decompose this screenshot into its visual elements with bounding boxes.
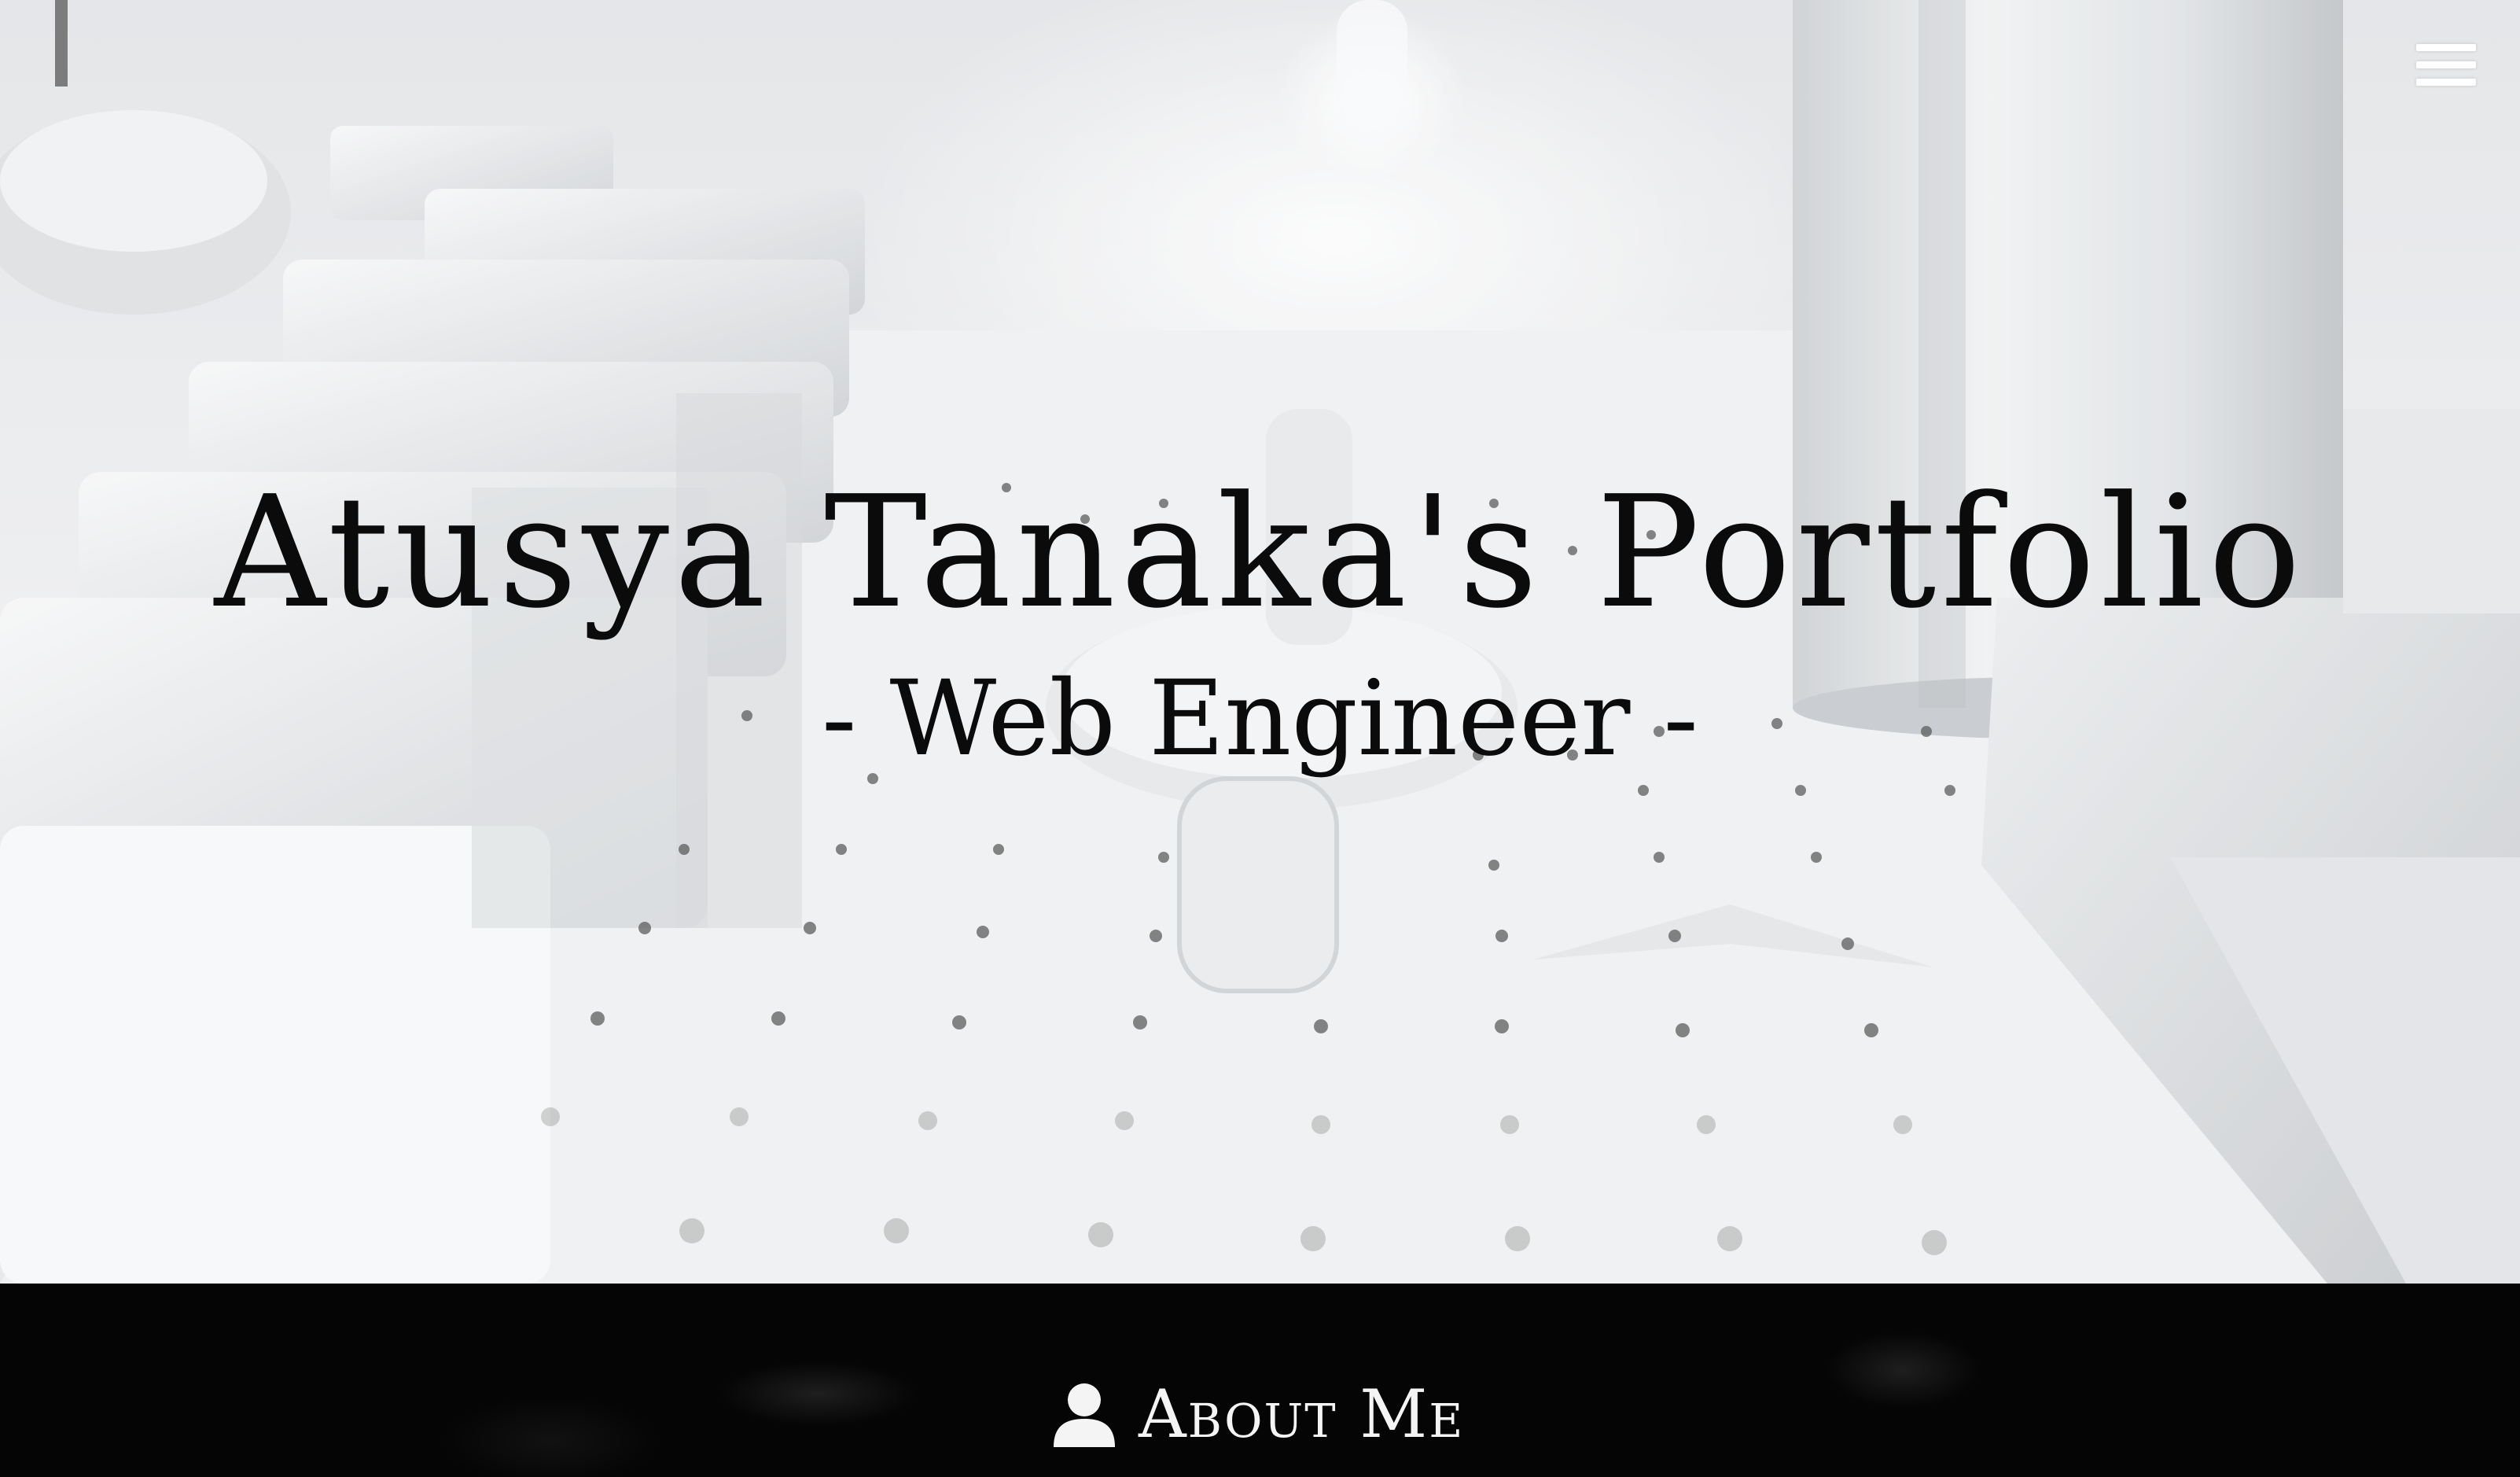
user-icon (1054, 1383, 1115, 1447)
menu-bar-line (2416, 79, 2476, 86)
hamburger-menu-icon[interactable] (2416, 41, 2476, 88)
about-section-bar: About Me (0, 1284, 2520, 1477)
hero-section: Atusya Tanaka's Portfolio - Web Engineer… (0, 0, 2520, 1284)
menu-bar-line (2416, 61, 2476, 68)
about-me-label: About Me (1139, 1376, 1465, 1453)
menu-bar-line (2416, 44, 2476, 51)
hero-subtitle: - Web Engineer - (821, 658, 1699, 779)
hero-title: Atusya Tanaka's Portfolio (214, 463, 2306, 643)
page: Atusya Tanaka's Portfolio - Web Engineer… (0, 0, 2520, 1477)
about-me-link[interactable]: About Me (1054, 1375, 1464, 1453)
